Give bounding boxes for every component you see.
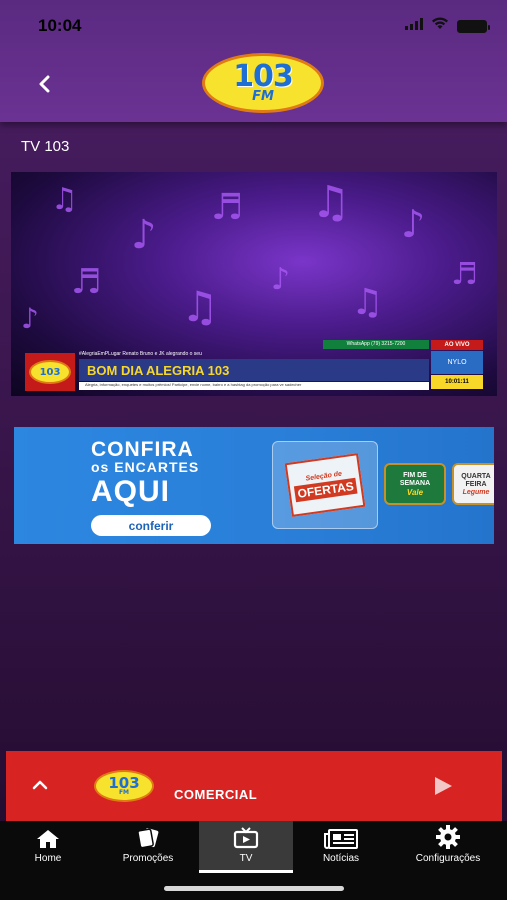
music-note-decoration: ♪ xyxy=(21,302,39,335)
player-logo-suffix: FM xyxy=(118,789,130,796)
logo-suffix: FM xyxy=(252,89,274,104)
home-icon xyxy=(36,821,60,851)
broadcast-lower-third: WhatsApp (79) 3215-7200 AO VIVO 103 #Ale… xyxy=(25,340,483,391)
ad-headline-2: os ENCARTES xyxy=(91,459,200,475)
tab-noticias-label: Notícias xyxy=(322,853,360,864)
whatsapp-number: WhatsApp (79) 3215-7200 xyxy=(323,340,429,349)
broadcast-logo: 103 xyxy=(25,353,75,391)
wednesday-flyer-card: QUARTA FEIRA Legume xyxy=(452,463,494,505)
chevron-up-icon xyxy=(32,780,48,790)
player-station-logo: 103 FM xyxy=(94,770,154,802)
tab-promocoes-label: Promoções xyxy=(122,853,174,864)
wifi-icon xyxy=(431,17,449,35)
news-ticker: Alegria, informação, enquetes e muitos p… xyxy=(79,382,429,390)
wednesday-flyer-top: QUARTA xyxy=(461,472,491,480)
tab-home-label: Home xyxy=(34,853,62,864)
weekend-flyer-top: FIM DE xyxy=(403,471,427,479)
ad-conferir-button[interactable]: conferir xyxy=(91,515,211,536)
tab-tv-label: TV xyxy=(239,853,253,864)
music-note-decoration: ♪ xyxy=(271,262,291,297)
broadcast-logo-number: 103 xyxy=(29,360,71,384)
app-header: 10:04 103 FM xyxy=(0,0,507,122)
logo-number: 103 xyxy=(233,59,294,94)
music-note-decoration: ♫ xyxy=(351,282,384,323)
radio-mini-player[interactable]: 103 FM COMERCIAL xyxy=(6,751,502,821)
tab-promocoes[interactable]: Promoções xyxy=(112,821,184,873)
tv-icon xyxy=(233,821,259,851)
wednesday-flyer-mid: FEIRA xyxy=(465,480,487,488)
home-indicator[interactable] xyxy=(164,886,344,891)
hashtag-line: #AlegriaEmPLugar Renato Bruno e JK alegr… xyxy=(79,351,202,357)
page-title: TV 103 xyxy=(21,138,70,155)
live-badge: AO VIVO xyxy=(431,340,483,350)
offers-flyer-card: Seleção de OFERTAS xyxy=(272,441,378,529)
sponsor-logo: NYLO xyxy=(431,351,483,374)
weekend-flyer-script: Vale xyxy=(406,487,424,497)
music-note-decoration: ♫ xyxy=(181,282,219,331)
tab-configuracoes-label: Configurações xyxy=(415,853,481,864)
music-note-decoration: ♬ xyxy=(451,257,478,292)
music-note-decoration: ♪ xyxy=(131,212,157,258)
tv-video-player[interactable]: ♫ ♪ ♬ ♫ ♪ ♬ ♬ ♫ ♪ ♫ ♪ WhatsApp (79) 3215… xyxy=(11,172,497,396)
program-title: BOM DIA ALEGRIA 103 xyxy=(79,359,429,381)
tab-noticias[interactable]: Notícias xyxy=(310,821,372,873)
tab-configuracoes[interactable]: Configurações xyxy=(408,821,488,873)
signal-icon xyxy=(405,17,423,35)
music-note-decoration: ♬ xyxy=(211,187,244,228)
tickets-icon xyxy=(135,821,161,851)
chevron-left-icon xyxy=(39,75,50,93)
offers-flyer-main: OFERTAS xyxy=(293,477,358,502)
newspaper-icon xyxy=(324,821,358,851)
music-note-decoration: ♬ xyxy=(71,262,102,302)
weekend-flyer-mid: SEMANA xyxy=(399,479,431,487)
offers-flyer: Seleção de OFERTAS xyxy=(284,453,366,517)
music-note-decoration: ♫ xyxy=(311,177,351,228)
station-logo: 103 FM xyxy=(202,53,324,113)
status-time: 10:04 xyxy=(38,16,82,35)
wednesday-flyer-script: Legume xyxy=(462,488,490,496)
music-note-decoration: ♪ xyxy=(401,202,426,246)
weekend-flyer-card: FIM DE SEMANA Vale xyxy=(384,463,446,505)
expand-player-button[interactable] xyxy=(28,773,52,797)
gear-icon xyxy=(436,821,460,851)
play-icon xyxy=(435,777,452,795)
back-button[interactable] xyxy=(30,68,58,100)
status-icons xyxy=(405,17,490,35)
ad-headline-3: AQUI xyxy=(91,475,170,508)
broadcast-clock: 10:01:11 xyxy=(431,375,483,389)
player-logo-number: 103 xyxy=(108,774,140,792)
flyers-ad-banner[interactable]: CONFIRA os ENCARTES AQUI conferir Seleçã… xyxy=(14,427,494,544)
play-button[interactable] xyxy=(432,775,456,797)
tab-home[interactable]: Home xyxy=(18,821,78,873)
battery-icon xyxy=(457,19,490,33)
tab-tv[interactable]: TV xyxy=(199,821,293,873)
music-note-decoration: ♫ xyxy=(51,182,78,217)
now-playing-title: COMERCIAL xyxy=(174,787,258,802)
